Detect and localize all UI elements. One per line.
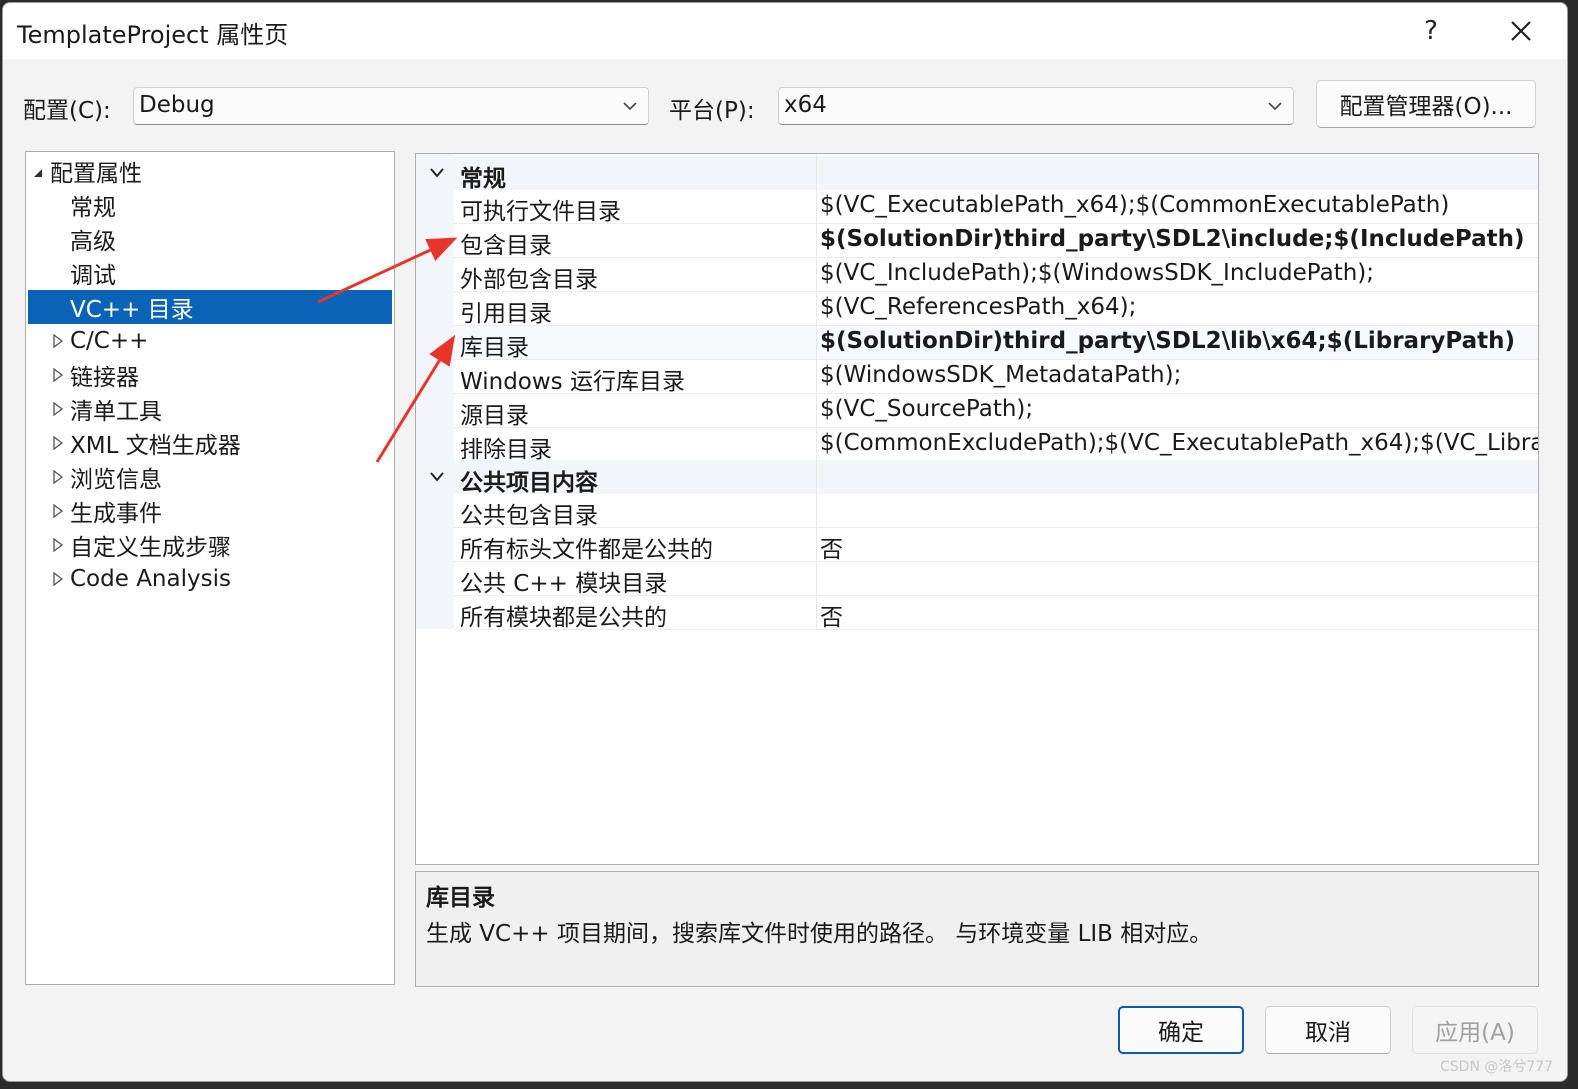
annotation-arrow-library xyxy=(375,334,456,463)
annotation-arrow-include xyxy=(317,237,458,304)
watermark: CSDN @洛兮777 xyxy=(1440,1059,1554,1075)
annotation-arrows xyxy=(317,237,458,463)
